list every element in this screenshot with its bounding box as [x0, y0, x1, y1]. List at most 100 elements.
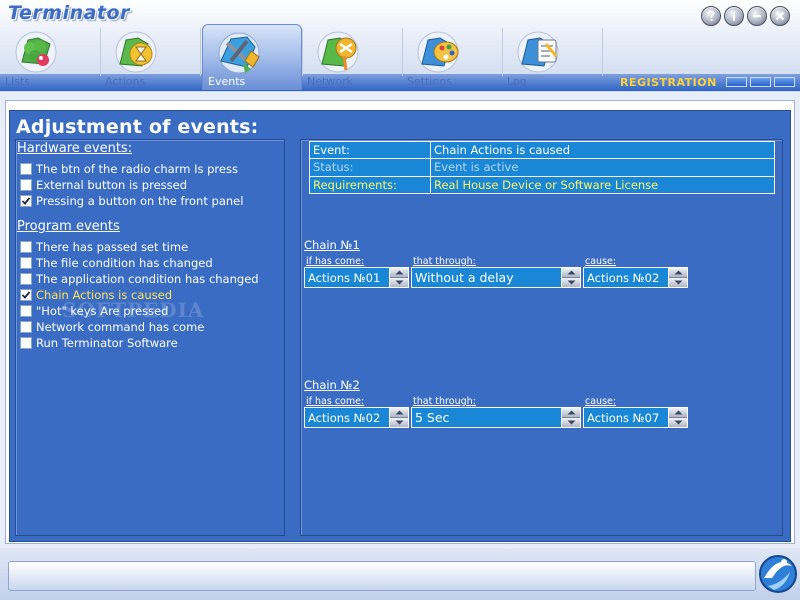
chain-1-through-spinner[interactable]: Without a delay: [411, 267, 581, 288]
chain-1-cause-label: cause:: [585, 256, 617, 267]
page-title: Adjustment of events:: [16, 116, 259, 138]
checkbox-label: Run Terminator Software: [36, 336, 178, 350]
spin-down-icon[interactable]: [390, 278, 408, 287]
event-checkbox-network-command[interactable]: Network command has come: [20, 320, 204, 334]
checkbox[interactable]: [20, 321, 32, 333]
table-row: Event: Chain Actions is caused: [309, 140, 775, 160]
spinner-value: Actions №02: [308, 410, 381, 425]
spin-up-icon[interactable]: [390, 408, 408, 418]
spinner-value: 5 Sec: [415, 410, 450, 425]
event-checkbox-radio-charm[interactable]: The btn of the radio charm Is press: [20, 162, 238, 176]
spin-down-icon[interactable]: [390, 418, 408, 427]
chain-2-cause-label: cause:: [585, 396, 617, 407]
chain-2-through-label: that through:: [413, 396, 476, 407]
tab-actions[interactable]: Actions: [100, 24, 198, 90]
event-checkbox-file-condition[interactable]: The file condition has changed: [20, 256, 213, 270]
checkbox[interactable]: [20, 337, 32, 349]
checkbox-label: The file condition has changed: [36, 256, 213, 270]
chain-1-if-label: if has come:: [306, 256, 365, 267]
tools-icon: [218, 32, 260, 74]
notebook-icon: [517, 31, 559, 73]
chain-1-if-spinner[interactable]: Actions №01: [304, 267, 409, 288]
terminator-logo-icon[interactable]: [756, 548, 798, 596]
event-checkbox-set-time[interactable]: There has passed set time: [20, 240, 188, 254]
spin-down-icon[interactable]: [669, 418, 687, 427]
spin-up-icon[interactable]: [562, 268, 580, 278]
status-key: Status:: [309, 158, 431, 177]
chain-2-cause-spinner[interactable]: Actions №07: [583, 407, 688, 428]
checkbox[interactable]: [20, 241, 32, 253]
spin-up-icon[interactable]: [669, 408, 687, 418]
spinner-value: Actions №01: [308, 270, 381, 285]
checkbox[interactable]: [20, 195, 32, 207]
spin-down-icon[interactable]: [669, 278, 687, 287]
spinner-arrows: [561, 268, 580, 287]
spinner-value: Without a delay: [415, 270, 514, 285]
tab-label-events: Events: [208, 75, 246, 88]
registration-indicator: [726, 77, 795, 87]
chain-2-through-spinner[interactable]: 5 Sec: [411, 407, 581, 428]
checkmark-icon: [21, 291, 31, 299]
spinner-arrows: [389, 268, 408, 287]
spin-up-icon[interactable]: [390, 268, 408, 278]
clover-icon: [15, 31, 57, 73]
spinner-arrows: [389, 408, 408, 427]
tab-label-settings: Settings: [407, 75, 453, 88]
checkbox-label: There has passed set time: [36, 240, 189, 254]
tab-lists[interactable]: Lists: [0, 24, 98, 90]
requirements-key: Requirements:: [309, 175, 431, 195]
close-icon[interactable]: [770, 6, 790, 26]
spinner-value: Actions №02: [587, 270, 660, 285]
registration-cell: [750, 77, 771, 87]
checkbox[interactable]: [20, 305, 32, 317]
chain-1-cause-spinner[interactable]: Actions №02: [583, 267, 688, 288]
minimize-icon[interactable]: [747, 6, 767, 26]
window-controls: [701, 6, 790, 26]
registration-link[interactable]: REGISTRATION: [620, 76, 717, 89]
chain-2-if-spinner[interactable]: Actions №02: [304, 407, 409, 428]
event-checkbox-external-button[interactable]: External button is pressed: [20, 178, 187, 192]
event-checkbox-run-software[interactable]: Run Terminator Software: [20, 336, 178, 350]
checkbox[interactable]: [20, 163, 32, 175]
checkbox-label: External button is pressed: [36, 178, 188, 192]
tab-separator: [602, 28, 603, 76]
requirements-value: Real House Device or Software License: [430, 175, 775, 195]
checkbox-label: Pressing a button on the front panel: [36, 194, 244, 208]
tab-network[interactable]: Network: [302, 24, 400, 90]
event-value: Chain Actions is caused: [430, 140, 775, 160]
spin-down-icon[interactable]: [562, 278, 580, 287]
event-checkbox-front-panel[interactable]: Pressing a button on the front panel: [20, 194, 243, 208]
tab-label-network: Network: [307, 75, 353, 88]
tab-settings[interactable]: Settings: [402, 24, 500, 90]
checkbox[interactable]: [20, 257, 32, 269]
spin-up-icon[interactable]: [562, 408, 580, 418]
event-info-table: Event: Chain Actions is caused Status: E…: [309, 140, 775, 195]
checkbox[interactable]: [20, 273, 32, 285]
watermark: SOFTPEDIA: [62, 298, 205, 322]
registration-cell: [726, 77, 747, 87]
palette-icon: [417, 31, 459, 73]
help-icon[interactable]: [701, 6, 721, 26]
checkbox[interactable]: [20, 179, 32, 191]
event-checkbox-app-condition[interactable]: The application condition has changed: [20, 272, 259, 286]
status-value: Event is active: [430, 158, 775, 177]
registration-cell: [774, 77, 795, 87]
spinner-arrows: [668, 268, 687, 287]
checkbox-label: The application condition has changed: [36, 272, 259, 286]
chain-2-if-label: if has come:: [306, 396, 365, 407]
checkbox[interactable]: [20, 289, 32, 301]
network-icon: [317, 31, 359, 73]
hourglass-icon: [115, 31, 157, 73]
spin-down-icon[interactable]: [562, 418, 580, 427]
spin-up-icon[interactable]: [669, 268, 687, 278]
checkmark-icon: [21, 197, 31, 205]
tab-events[interactable]: Events: [202, 24, 302, 90]
app-title: Terminator: [8, 2, 130, 24]
spinner-value: Actions №07: [587, 410, 660, 425]
tab-log[interactable]: Log: [502, 24, 600, 90]
chain-1-through-label: that through:: [413, 256, 476, 267]
info-icon[interactable]: [724, 6, 744, 26]
table-row: Requirements: Real House Device or Softw…: [309, 175, 775, 195]
event-details-panel: [300, 139, 783, 536]
tab-label-log: Log: [507, 75, 527, 88]
